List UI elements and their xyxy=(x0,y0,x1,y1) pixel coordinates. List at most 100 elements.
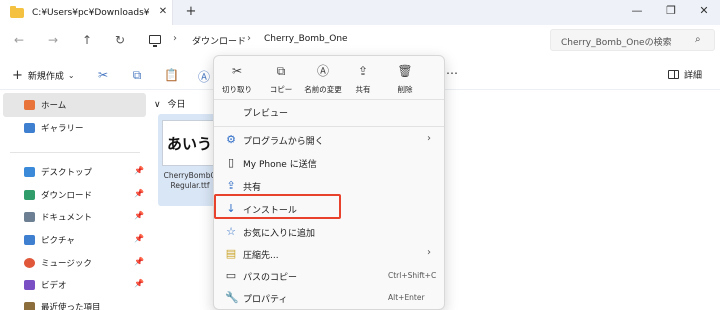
more-options-icon[interactable]: ⋯ xyxy=(446,66,459,80)
tab-close-icon[interactable]: ✕ xyxy=(157,6,169,17)
sidebar-item-label: ドキュメント xyxy=(41,213,93,223)
pin-icon[interactable]: 📌 xyxy=(134,279,144,288)
details-label: 詳細 xyxy=(684,71,703,81)
new-button-label: 新規作成 xyxy=(27,72,64,82)
context-copy-button[interactable]: ⧉ コピー xyxy=(263,64,299,95)
menu-item-preview[interactable]: プレビュー xyxy=(214,101,444,123)
sidebar-item-video[interactable]: ビデオ 📌 xyxy=(0,275,146,295)
recent-icon xyxy=(24,302,35,310)
details-icon xyxy=(668,70,679,79)
sidebar-item-music[interactable]: ミュージック 📌 xyxy=(0,253,146,273)
new-button[interactable]: + 新規作成 ⌄ xyxy=(12,68,75,83)
sidebar-divider xyxy=(10,152,140,153)
sidebar-item-downloads[interactable]: ダウンロード 📌 xyxy=(0,185,146,205)
close-window-button[interactable]: ✕ xyxy=(697,4,711,17)
copy-icon[interactable]: ⧉ xyxy=(130,68,144,83)
title-bar: C:¥Users¥pc¥Downloads¥Cherr ✕ + — ❐ ✕ xyxy=(0,0,720,25)
zip-folder-icon: ▤ xyxy=(225,247,237,260)
chevron-right-icon: › xyxy=(427,247,431,258)
context-cut-button[interactable]: ✂ 切り取り xyxy=(219,64,255,95)
share-icon: ⇪ xyxy=(357,64,369,78)
search-placeholder: Cherry_Bomb_Oneの検索 xyxy=(561,38,672,48)
shortcut-text: Alt+Enter xyxy=(388,293,425,302)
star-icon: ☆ xyxy=(226,225,236,238)
home-icon xyxy=(24,100,35,110)
menu-separator xyxy=(214,126,444,127)
thumbnail-text: あいう xyxy=(167,135,213,153)
menu-item-label: プログラムから開く xyxy=(243,137,324,147)
cut-icon: ✂ xyxy=(231,64,243,78)
desktop-icon xyxy=(24,167,35,177)
plus-icon: + xyxy=(12,68,23,83)
menu-item-label: お気に入りに追加 xyxy=(243,229,316,239)
context-rename-button[interactable]: Ⓐ 名前の変更 xyxy=(303,64,343,95)
menu-item-label: My Phone に送信 xyxy=(243,160,317,170)
rename-icon: Ⓐ xyxy=(316,64,329,78)
cut-icon[interactable]: ✂ xyxy=(96,68,110,82)
sidebar-item-desktop[interactable]: デスクトップ 📌 xyxy=(0,162,146,182)
back-button[interactable]: ← xyxy=(12,33,26,47)
share-icon: ⇪ xyxy=(226,179,236,192)
rename-icon[interactable]: Ⓐ xyxy=(197,68,211,85)
chevron-right-icon: › xyxy=(427,133,431,144)
wrench-icon: 🔧 xyxy=(225,291,239,304)
file-name: CherryBombO Regular.ttf xyxy=(160,171,220,191)
context-menu: ✂ 切り取り ⧉ コピー Ⓐ 名前の変更 ⇪ 共有 🗑 削除 プレビュー ⚙ プ… xyxy=(213,55,445,310)
menu-item-send-to-phone[interactable]: ▯ My Phone に送信 xyxy=(214,152,444,174)
menu-item-label: 圧縮先... xyxy=(243,251,279,261)
breadcrumb-separator: › xyxy=(247,33,251,44)
sidebar-item-documents[interactable]: ドキュメント 📌 xyxy=(0,207,146,227)
sidebar-item-recent[interactable]: 最近使った項目 xyxy=(0,297,146,310)
menu-item-open-with[interactable]: ⚙ プログラムから開く › xyxy=(214,129,444,151)
maximize-button[interactable]: ❐ xyxy=(664,4,678,17)
sidebar-item-label: ミュージック xyxy=(41,259,92,269)
search-icon: ⌕ xyxy=(695,34,701,45)
minimize-button[interactable]: — xyxy=(630,4,644,17)
breadcrumb-cherry-bomb-one[interactable]: Cherry_Bomb_One xyxy=(264,34,348,44)
context-share-button[interactable]: ⇪ 共有 xyxy=(345,64,381,95)
download-icon xyxy=(24,190,35,200)
menu-item-copy-path[interactable]: ▭ パスのコピー Ctrl+Shift+C xyxy=(214,265,444,287)
tab-downloads[interactable]: C:¥Users¥pc¥Downloads¥Cherr ✕ xyxy=(0,0,173,25)
sidebar-item-gallery[interactable]: ギャラリー xyxy=(0,118,146,138)
shortcut-text: Ctrl+Shift+C xyxy=(388,271,437,280)
menu-item-label: 共有 xyxy=(243,183,262,193)
context-rename-label: 名前の変更 xyxy=(304,85,342,94)
sidebar-item-label: デスクトップ xyxy=(41,168,93,178)
refresh-button[interactable]: ↻ xyxy=(113,33,127,47)
file-tile-cherrybomb[interactable]: あいう CherryBombO Regular.ttf xyxy=(158,114,220,206)
group-header-today[interactable]: ∨ 今日 xyxy=(154,97,185,110)
pin-icon[interactable]: 📌 xyxy=(134,234,144,243)
paste-icon[interactable]: 📋 xyxy=(164,68,179,82)
open-with-icon: ⚙ xyxy=(226,133,236,146)
new-tab-button[interactable]: + xyxy=(184,4,198,19)
gallery-icon xyxy=(24,123,35,133)
forward-button[interactable]: → xyxy=(46,33,60,47)
context-delete-label: 削除 xyxy=(397,85,413,94)
this-pc-icon[interactable] xyxy=(149,35,161,47)
sidebar-item-home[interactable]: ホーム xyxy=(0,95,146,115)
sidebar-item-label: ダウンロード xyxy=(41,191,93,201)
pin-icon[interactable]: 📌 xyxy=(134,257,144,266)
video-icon xyxy=(24,280,35,290)
context-delete-button[interactable]: 🗑 削除 xyxy=(387,64,423,95)
context-share-label: 共有 xyxy=(355,85,371,94)
menu-item-compress[interactable]: ▤ 圧縮先... › xyxy=(214,243,444,265)
breadcrumb-downloads[interactable]: ダウンロード xyxy=(192,34,246,47)
music-icon xyxy=(24,258,35,268)
sidebar-item-label: ギャラリー xyxy=(41,124,84,134)
phone-icon: ▯ xyxy=(227,156,235,169)
menu-item-label: プレビュー xyxy=(243,109,289,119)
pin-icon[interactable]: 📌 xyxy=(134,189,144,198)
up-button[interactable]: ↑ xyxy=(80,33,94,47)
search-input[interactable]: Cherry_Bomb_Oneの検索 ⌕ xyxy=(550,29,715,51)
details-pane-button[interactable]: 詳細 xyxy=(668,68,702,81)
menu-item-add-favorite[interactable]: ☆ お気に入りに追加 xyxy=(214,221,444,243)
pictures-icon xyxy=(24,235,35,245)
menu-separator xyxy=(214,99,444,100)
pin-icon[interactable]: 📌 xyxy=(134,211,144,220)
pin-icon[interactable]: 📌 xyxy=(134,166,144,175)
sidebar-item-pictures[interactable]: ピクチャ 📌 xyxy=(0,230,146,250)
menu-item-properties[interactable]: 🔧 プロパティ Alt+Enter xyxy=(214,287,444,309)
sidebar-item-label: ホーム xyxy=(41,101,67,111)
